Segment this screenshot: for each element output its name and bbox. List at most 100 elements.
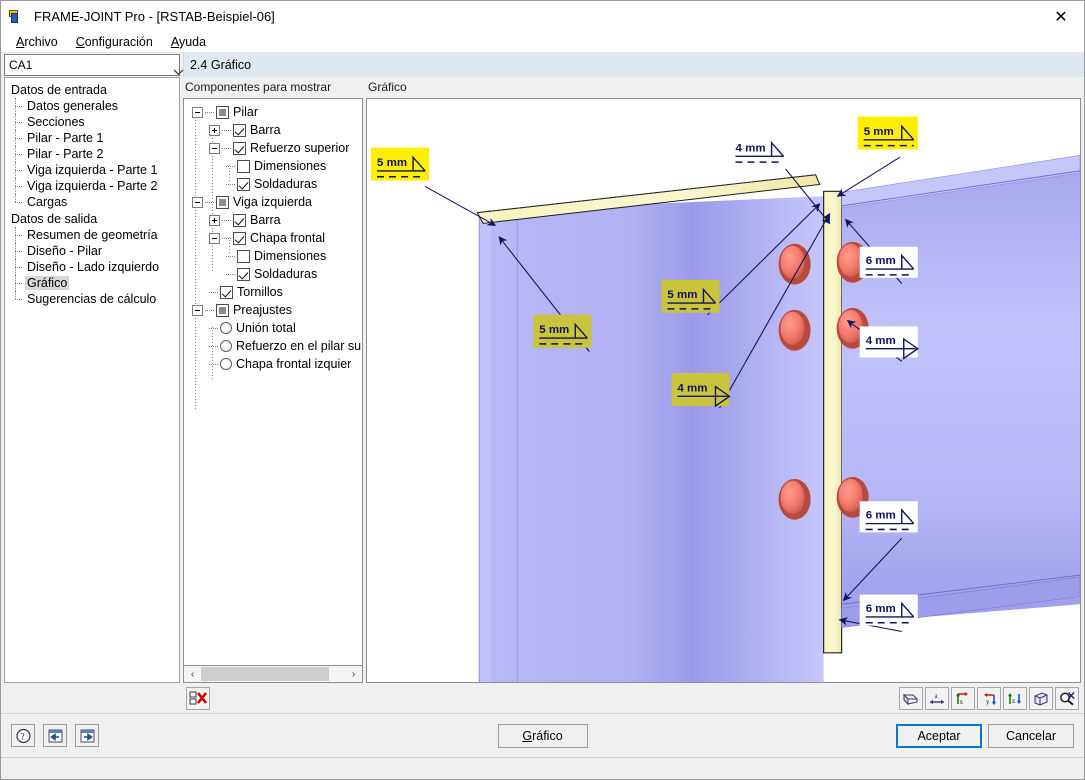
graphic-canvas[interactable]: 5 mm 5 mm 5 mm 4 mm 4 mm 5 mm 6 mm 4 mm … [366,98,1081,683]
help-button[interactable]: ? [11,724,35,747]
components-tree-hscrollbar[interactable]: ‹ › [183,666,363,683]
zoom-select-icon-button[interactable] [1055,686,1079,710]
weld-label-w4[interactable]: 4 mm [671,373,731,408]
menu-configuracion[interactable]: Configuración [67,33,162,51]
nav-item-grafico[interactable]: Gráfico [7,275,179,291]
graphic-button[interactable]: Gráfico [497,723,588,748]
weld-label-text: 6 mm [866,603,896,615]
weld-label-w6[interactable]: 5 mm [857,116,918,150]
tree-label: Refuerzo en el pilar su [236,339,362,353]
checkbox-soldaduras[interactable] [237,177,250,191]
weld-label-w10[interactable]: 6 mm [859,594,918,626]
tree-label: Refuerzo superior [250,141,350,155]
weld-label-text: 5 mm [377,157,407,169]
dialog-action-buttons: Aceptar Cancelar [896,723,1074,748]
scroll-thumb[interactable] [201,667,329,681]
load-case-value: CA1 [9,58,33,72]
weld-label-w8[interactable]: 4 mm [859,326,919,360]
expander-minus-icon[interactable] [192,106,203,118]
tree-node-refuerzo-soldaduras[interactable]: Soldaduras [188,175,362,193]
accept-button[interactable]: Aceptar [896,723,982,748]
weld-label-w3[interactable]: 5 mm [661,279,720,313]
tree-node-chapa-dimensiones[interactable]: Dimensiones [188,247,362,265]
expander-minus-icon[interactable] [192,196,203,208]
tree-node-preajustes[interactable]: Preajustes [188,301,362,319]
tree-node-tornillos[interactable]: Tornillos [188,283,362,301]
next-button[interactable] [75,724,99,747]
checkbox-chapa-frontal[interactable] [233,231,246,245]
nav-item-resumen-geometria[interactable]: Resumen de geometría [7,227,179,243]
svg-text:x: x [960,698,964,706]
expander-plus-icon[interactable] [209,124,220,136]
menu-archivo[interactable]: Archivo [7,33,67,51]
svg-text:z: z [1012,697,1015,705]
nav-item-cargas[interactable]: Cargas [7,194,179,210]
checkbox-grey-viga-izquierda[interactable] [216,195,229,209]
expander-minus-icon[interactable] [209,142,220,154]
nav-item-viga-izquierda-parte-2[interactable]: Viga izquierda - Parte 2 [7,178,179,194]
nav-item-datos-generales[interactable]: Datos generales [7,98,179,114]
scroll-track[interactable] [201,666,345,682]
checkbox-grey-preajustes[interactable] [216,303,229,317]
tree-node-refuerzo-dimensiones[interactable]: Dimensiones [188,157,362,175]
tree-node-viga-izquierda[interactable]: Viga izquierda [188,193,362,211]
checkbox-refuerzo-superior[interactable] [233,141,246,155]
weld-label-w5[interactable]: 4 mm [731,133,788,166]
nav-item-diseno-pilar[interactable]: Diseño - Pilar [7,243,179,259]
checkbox-tornillos[interactable] [220,285,233,299]
tree-node-chapa-frontal[interactable]: Chapa frontal [188,229,362,247]
previous-button[interactable] [43,724,67,747]
tree-node-chapa-soldaduras[interactable]: Soldaduras [188,265,362,283]
annotation-a-icon-button[interactable]: a [925,686,949,710]
radio-chapa-frontal-izquierda[interactable] [220,358,232,370]
tree-node-refuerzo-pilar[interactable]: Refuerzo en el pilar su [188,337,362,355]
tree-node-viga-barra[interactable]: Barra [188,211,362,229]
nav-item-pilar-parte-1[interactable]: Pilar - Parte 1 [7,130,179,146]
checkbox-chapa-dimensiones[interactable] [237,249,250,263]
weld-label-w2[interactable]: 5 mm [533,314,592,348]
cancel-button[interactable]: Cancelar [988,723,1074,748]
toolbar-row: CA1 2.4 Gráfico [1,53,1084,77]
tree-node-refuerzo-superior[interactable]: Refuerzo superior [188,139,362,157]
scroll-left-icon[interactable]: ‹ [184,666,201,682]
view-x-icon-button[interactable]: x [951,686,975,710]
clear-checkboxes-button[interactable] [186,686,210,710]
view-y-icon-button[interactable]: y [977,686,1001,710]
tree-node-pilar-barra[interactable]: Barra [188,121,362,139]
application-window: FRAME-JOINT Pro - [RSTAB-Beispiel-06] ✕ … [0,0,1085,780]
nav-item-sugerencias-calculo[interactable]: Sugerencias de cálculo [7,291,179,307]
radio-union-total[interactable] [220,322,232,334]
menu-configuracion-rest: onfiguración [84,35,153,49]
tree-node-chapa-frontal-izquierda[interactable]: Chapa frontal izquier [188,355,362,373]
print-icon-button[interactable] [899,686,923,710]
nav-item-pilar-parte-2[interactable]: Pilar - Parte 2 [7,146,179,162]
nav-item-diseno-lado-izquierdo[interactable]: Diseño - Lado izquierdo [7,259,179,275]
tree-node-pilar[interactable]: Pilar [188,103,362,121]
view-z-icon-button[interactable]: z [1003,686,1027,710]
expander-plus-icon[interactable] [209,214,220,226]
close-window-button[interactable]: ✕ [1038,1,1084,32]
tree-node-union-total[interactable]: Unión total [188,319,362,337]
checkbox-chapa-soldaduras[interactable] [237,267,250,281]
weld-label-w9[interactable]: 6 mm [859,501,918,533]
title-bar: FRAME-JOINT Pro - [RSTAB-Beispiel-06] ✕ [1,1,1084,32]
checkbox-barra[interactable] [233,123,246,137]
menu-ayuda[interactable]: Ayuda [162,33,215,51]
nav-item-secciones[interactable]: Secciones [7,114,179,130]
scroll-right-icon[interactable]: › [345,666,362,682]
load-case-combobox[interactable]: CA1 [4,54,184,76]
nav-item-viga-izquierda-parte-1[interactable]: Viga izquierda - Parte 1 [7,162,179,178]
radio-refuerzo-pilar[interactable] [220,340,232,352]
weld-label-text: 5 mm [539,324,569,336]
checkbox-grey-pilar[interactable] [216,105,229,119]
tree-line [222,147,231,149]
nav-item-label: Cargas [27,195,68,209]
main-body: Datos de entrada Datos generales Seccion… [1,77,1084,683]
expander-minus-icon[interactable] [209,232,220,244]
weld-label-w7[interactable]: 6 mm [859,246,918,278]
checkbox-dimensiones[interactable] [237,159,250,173]
weld-label-w1[interactable]: 5 mm [371,147,430,181]
expander-minus-icon[interactable] [192,304,203,316]
checkbox-viga-barra[interactable] [233,213,246,227]
isometric-cube-icon-button[interactable] [1029,686,1053,710]
